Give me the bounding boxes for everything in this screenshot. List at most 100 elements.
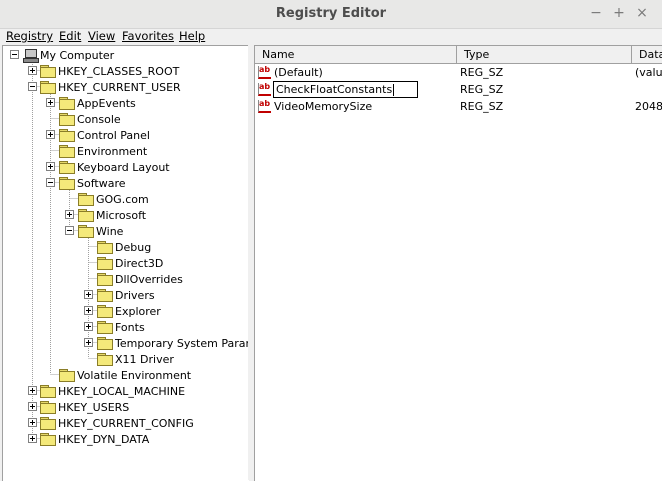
folder-icon [40, 401, 56, 414]
tree-node-appevents[interactable]: AppEvents [59, 95, 136, 111]
column-header-name[interactable]: Name [255, 46, 457, 64]
collapse-toggle[interactable] [10, 50, 19, 59]
folder-icon [97, 321, 113, 334]
computer-icon [22, 48, 39, 63]
expand-toggle[interactable] [28, 66, 37, 75]
tree-node-hkey-local-machine[interactable]: HKEY_LOCAL_MACHINE [40, 383, 185, 399]
tree-node-label: HKEY_CURRENT_CONFIG [58, 416, 194, 430]
tree-node-label: Microsoft [96, 208, 147, 222]
value-type: REG_SZ [460, 100, 504, 113]
folder-icon [97, 337, 113, 350]
tree-node-x11-driver[interactable]: X11 Driver [97, 351, 174, 367]
expand-toggle[interactable] [28, 418, 37, 427]
menu-favorites-label: Favorites [122, 29, 174, 43]
tree-node-label: Drivers [115, 288, 155, 302]
collapse-toggle[interactable] [46, 178, 55, 187]
tree-node-label: AppEvents [77, 96, 136, 110]
tree-node-label: GOG.com [96, 192, 149, 206]
menu-help[interactable]: Help [179, 29, 205, 43]
folder-icon [78, 193, 94, 206]
tree-node-volatile-environment[interactable]: Volatile Environment [59, 367, 191, 383]
tree-node-hkey-dyn-data[interactable]: HKEY_DYN_DATA [40, 431, 149, 447]
tree-node-hkey-current-config[interactable]: HKEY_CURRENT_CONFIG [40, 415, 194, 431]
values-list[interactable]: Name Type Data ab (Default) REG_SZ (valu… [254, 45, 662, 481]
list-row-checkfloatconstants[interactable]: ab CheckFloatConstants REG_SZ [255, 81, 662, 98]
tree-node-explorer[interactable]: Explorer [97, 303, 161, 319]
folder-icon [59, 369, 75, 382]
tree-node-direct3d[interactable]: Direct3D [97, 255, 163, 271]
title-bar: Registry Editor − + × [0, 0, 662, 29]
tree-node-fonts[interactable]: Fonts [97, 319, 145, 335]
expand-toggle[interactable] [46, 98, 55, 107]
tree-node-hkey-users[interactable]: HKEY_USERS [40, 399, 129, 415]
expand-toggle[interactable] [46, 162, 55, 171]
expand-toggle[interactable] [65, 210, 74, 219]
tree-node-label: Wine [96, 224, 124, 238]
value-data: 2048 [635, 100, 662, 113]
tree-node-label: X11 Driver [115, 352, 174, 366]
menu-edit-label: Edit [59, 29, 82, 43]
tree-node-label: Temporary System Paramet [115, 336, 249, 350]
tree-node-hkey-classes-root[interactable]: HKEY_CLASSES_ROOT [40, 63, 179, 79]
menu-view[interactable]: View [88, 29, 115, 43]
folder-icon [40, 433, 56, 446]
list-row-default[interactable]: ab (Default) REG_SZ (valu [255, 65, 662, 81]
tree-node-label: Keyboard Layout [77, 160, 170, 174]
folder-icon [97, 353, 113, 366]
expand-toggle[interactable] [28, 434, 37, 443]
tree-node-gog-com[interactable]: GOG.com [78, 191, 149, 207]
tree-node-dlloverrides[interactable]: DllOverrides [97, 271, 183, 287]
tree-node-label: Explorer [115, 304, 161, 318]
rename-input-text: CheckFloatConstants [276, 83, 393, 96]
expand-toggle[interactable] [84, 306, 93, 315]
list-row-videomemorysize[interactable]: ab VideoMemorySize REG_SZ 2048 [255, 99, 662, 115]
menu-bar: Registry Edit View Favorites Help [0, 28, 662, 44]
folder-icon [59, 97, 75, 110]
folder-icon [97, 289, 113, 302]
maximize-button[interactable]: + [611, 5, 627, 21]
tree-node-wine[interactable]: Wine [78, 223, 123, 239]
menu-registry[interactable]: Registry [6, 29, 53, 43]
folder-icon [97, 241, 113, 254]
tree-node-temporary-system-parameters[interactable]: Temporary System Paramet [97, 335, 249, 351]
tree-node-hkey-current-user[interactable]: HKEY_CURRENT_USER [40, 79, 181, 95]
folder-icon [97, 273, 113, 286]
folder-icon [78, 209, 94, 222]
tree-node-keyboard-layout[interactable]: Keyboard Layout [59, 159, 170, 175]
value-name: (Default) [274, 66, 323, 79]
folder-icon [97, 305, 113, 318]
expand-toggle[interactable] [28, 386, 37, 395]
tree-node-label: Console [77, 112, 121, 126]
registry-tree[interactable]: My Computer HKEY_CLASSES_ROOT HKEY_CURRE… [2, 45, 249, 481]
close-button[interactable]: × [634, 5, 650, 21]
column-header-type[interactable]: Type [457, 46, 632, 64]
folder-open-icon [40, 81, 56, 94]
tree-node-drivers[interactable]: Drivers [97, 287, 155, 303]
column-header-data[interactable]: Data [632, 46, 662, 64]
menu-edit[interactable]: Edit [59, 29, 81, 43]
expand-toggle[interactable] [84, 338, 93, 347]
menu-view-label: View [88, 29, 116, 43]
tree-node-console[interactable]: Console [59, 111, 121, 127]
tree-node-microsoft[interactable]: Microsoft [78, 207, 146, 223]
tree-node-my-computer[interactable]: My Computer [22, 47, 114, 63]
collapse-toggle[interactable] [65, 226, 74, 235]
tree-node-software[interactable]: Software [59, 175, 126, 191]
rename-input[interactable]: CheckFloatConstants [273, 81, 418, 98]
tree-node-debug[interactable]: Debug [97, 239, 151, 255]
expand-toggle[interactable] [28, 402, 37, 411]
expand-toggle[interactable] [84, 290, 93, 299]
tree-node-label: Fonts [115, 320, 145, 334]
menu-help-label: Help [179, 29, 206, 43]
folder-icon [59, 161, 75, 174]
folder-open-icon [59, 177, 75, 190]
menu-favorites[interactable]: Favorites [122, 29, 174, 43]
expand-toggle[interactable] [84, 322, 93, 331]
minimize-button[interactable]: − [588, 5, 604, 21]
collapse-toggle[interactable] [28, 82, 37, 91]
value-name: VideoMemorySize [274, 100, 373, 113]
tree-node-control-panel[interactable]: Control Panel [59, 127, 150, 143]
tree-node-environment[interactable]: Environment [59, 143, 147, 159]
expand-toggle[interactable] [46, 130, 55, 139]
tree-node-label: Control Panel [77, 128, 150, 142]
